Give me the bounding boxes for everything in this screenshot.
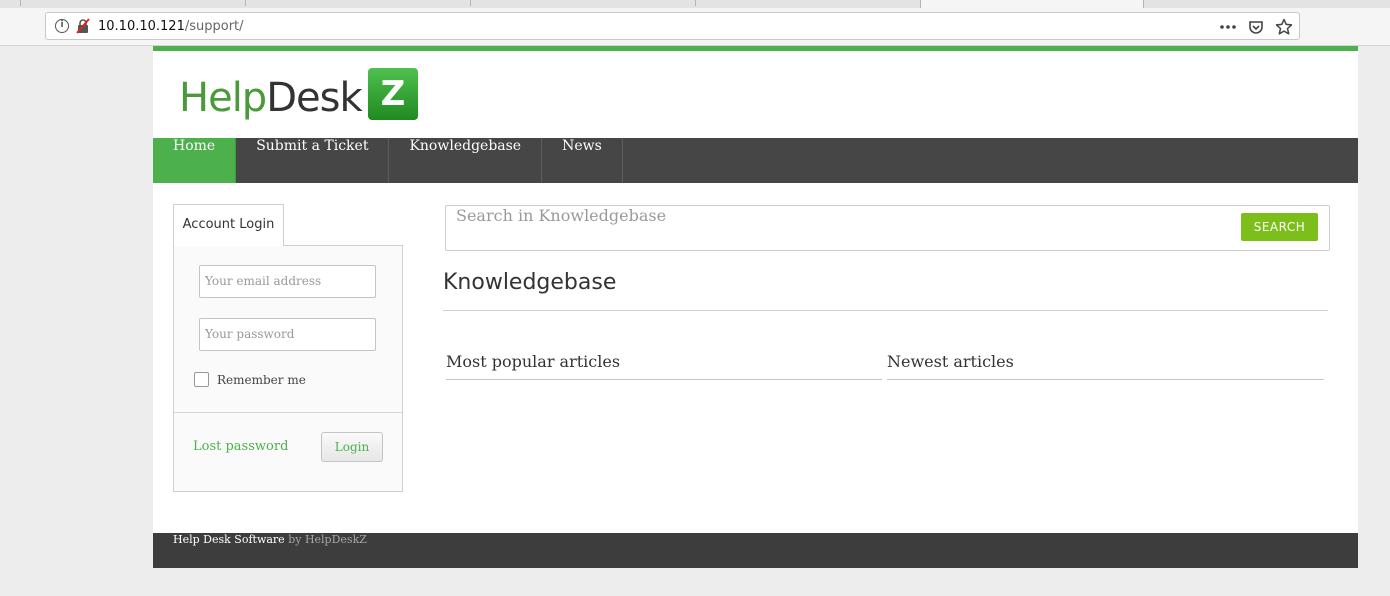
login-divider xyxy=(174,412,402,413)
url-path: /support/ xyxy=(184,19,244,34)
address-bar[interactable]: i 10.10.10.121/support/ xyxy=(45,12,1300,40)
footer-credit: by HelpDeskZ xyxy=(288,533,367,546)
insecure-connection-icon[interactable] xyxy=(75,18,91,34)
popular-divider xyxy=(446,379,882,380)
account-login-tab[interactable]: Account Login xyxy=(173,204,284,246)
knowledgebase-title: Knowledgebase xyxy=(443,270,617,295)
newest-heading: Newest articles xyxy=(887,352,1014,371)
top-accent-bar xyxy=(153,46,1358,51)
logo-z-box: Z xyxy=(368,68,418,120)
logo-help: Help xyxy=(179,75,267,121)
title-divider xyxy=(443,310,1328,311)
kb-search-input[interactable]: Search in Knowledgebase xyxy=(456,206,666,250)
search-button[interactable]: SEARCH xyxy=(1241,213,1318,241)
most-popular-heading: Most popular articles xyxy=(446,352,621,371)
email-field[interactable]: Your email address xyxy=(199,265,376,298)
remember-me-checkbox[interactable] xyxy=(194,372,209,387)
tab-separator xyxy=(20,0,21,6)
lost-password-link[interactable]: Lost password xyxy=(193,439,288,454)
pocket-icon[interactable] xyxy=(1247,18,1265,36)
remember-me[interactable]: Remember me xyxy=(194,372,306,387)
login-button[interactable]: Login xyxy=(321,432,383,462)
url-text[interactable]: 10.10.10.121/support/ xyxy=(98,19,244,34)
logo-wordmark: HelpDesk xyxy=(179,74,363,122)
nav-submit-ticket[interactable]: Submit a Ticket xyxy=(236,138,390,183)
nav-news[interactable]: News xyxy=(542,138,623,183)
browser-toolbar: i 10.10.10.121/support/ xyxy=(0,8,1390,46)
tab-separator xyxy=(245,0,246,6)
footer: Help Desk Software by HelpDeskZ xyxy=(153,533,1358,568)
main-navigation: Home Submit a Ticket Knowledgebase News xyxy=(153,138,1358,183)
bookmark-star-icon[interactable] xyxy=(1275,18,1293,36)
info-icon[interactable]: i xyxy=(55,19,69,33)
tab-separator xyxy=(470,0,471,6)
browser-tab-strip xyxy=(0,0,1390,8)
logo-desk: Desk xyxy=(266,75,362,121)
login-panel: Your email address Your password Remembe… xyxy=(173,245,403,492)
kb-search-box: Search in Knowledgebase SEARCH xyxy=(445,205,1330,251)
footer-software-link[interactable]: Help Desk Software xyxy=(173,533,285,546)
more-actions-icon[interactable] xyxy=(1219,18,1237,36)
newest-divider xyxy=(887,379,1324,380)
tab-separator xyxy=(695,0,696,6)
page-container: HelpDesk Z Home Submit a Ticket Knowledg… xyxy=(153,46,1358,568)
nav-knowledgebase[interactable]: Knowledgebase xyxy=(389,138,543,183)
url-host: 10.10.10.121 xyxy=(98,19,185,34)
browser-tab-active[interactable] xyxy=(920,0,1144,8)
remember-me-label: Remember me xyxy=(217,372,306,387)
password-field[interactable]: Your password xyxy=(199,318,376,351)
helpdeskz-logo[interactable]: HelpDesk Z xyxy=(179,68,424,122)
nav-home[interactable]: Home xyxy=(153,138,237,183)
